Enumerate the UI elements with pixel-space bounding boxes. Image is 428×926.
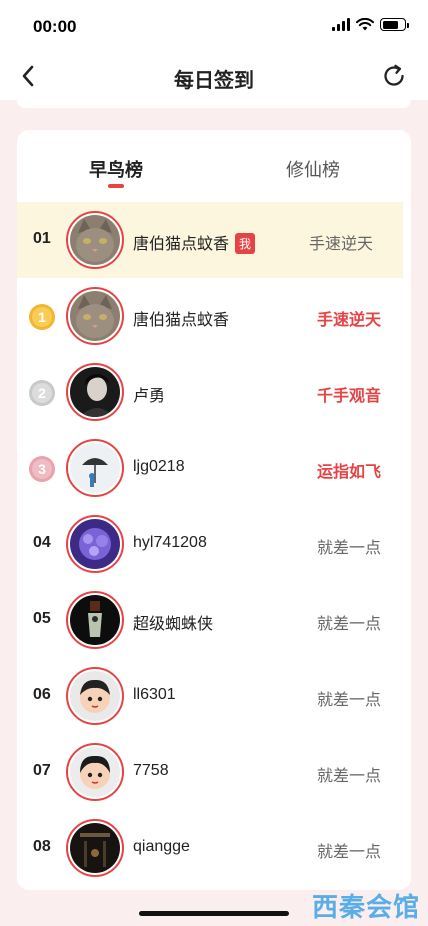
wifi-icon xyxy=(356,18,374,31)
page-title: 每日签到 xyxy=(174,70,254,92)
umbrella-avatar-icon xyxy=(70,443,120,493)
avatar xyxy=(66,667,124,725)
leaderboard-card: 早鸟榜 修仙榜 01 唐伯猫点蚊香我 手速逆天 1 唐伯猫点蚊香 手速逆天 2 … xyxy=(17,130,411,890)
avatar xyxy=(66,287,124,345)
speed-title: 千手观音 xyxy=(316,388,381,405)
list-item[interactable]: 1 唐伯猫点蚊香 手速逆天 xyxy=(17,278,411,354)
speed-title: 运指如飞 xyxy=(316,464,381,481)
user-name: hyl741208 xyxy=(133,534,207,551)
nav-bar: 每日签到 xyxy=(0,52,428,100)
user-name: 唐伯猫点蚊香我 xyxy=(133,230,256,254)
system-icons xyxy=(332,18,409,31)
avatar xyxy=(66,439,124,497)
rank-number: 04 xyxy=(33,534,51,551)
me-badge: 我 xyxy=(235,233,256,254)
user-name: 卢勇 xyxy=(133,388,166,405)
speed-title: 手速逆天 xyxy=(316,312,381,329)
portrait-avatar-icon xyxy=(70,367,120,417)
gold-medal-icon: 1 xyxy=(29,304,55,330)
rank-number: 07 xyxy=(33,762,51,779)
status-bar: 00:00 xyxy=(0,0,428,52)
check-in-card-edge xyxy=(17,100,411,108)
list-item[interactable]: 2 卢勇 千手观音 xyxy=(17,354,411,430)
svg-text:1: 1 xyxy=(38,309,46,325)
cartoon-boy-avatar-icon xyxy=(70,671,120,721)
refresh-icon xyxy=(384,64,404,86)
speed-title: 就差一点 xyxy=(316,692,381,709)
tab-cultivation[interactable]: 修仙榜 xyxy=(253,156,373,182)
home-indicator xyxy=(139,911,289,916)
svg-text:2: 2 xyxy=(38,385,46,401)
speed-title: 就差一点 xyxy=(316,844,381,861)
user-name: 超级蜘蛛侠 xyxy=(133,616,214,633)
speed-title: 就差一点 xyxy=(316,768,381,785)
speed-title: 就差一点 xyxy=(316,616,381,633)
cartoon-girl-avatar-icon xyxy=(70,747,120,797)
svg-text:3: 3 xyxy=(38,461,46,477)
my-rank-row[interactable]: 01 唐伯猫点蚊香我 手速逆天 xyxy=(17,202,403,278)
leaderboard-tabs: 早鸟榜 修仙榜 xyxy=(17,130,411,202)
cellular-signal-icon xyxy=(332,18,350,31)
avatar xyxy=(66,211,124,269)
list-item[interactable]: 06 ll6301 就差一点 xyxy=(17,658,411,734)
dark-figure-avatar-icon xyxy=(70,595,120,645)
night-street-avatar-icon xyxy=(70,823,120,873)
list-item[interactable]: 04 hyl741208 就差一点 xyxy=(17,506,411,582)
rank-number: 06 xyxy=(33,686,51,703)
avatar xyxy=(66,819,124,877)
avatar xyxy=(66,591,124,649)
flower-avatar-icon xyxy=(70,519,120,569)
rank-number: 08 xyxy=(33,838,51,855)
rank-number: 01 xyxy=(33,230,51,247)
rank-number: 05 xyxy=(33,610,51,627)
cat-avatar-icon xyxy=(70,291,120,341)
user-name: qiangge xyxy=(133,838,190,855)
battery-icon xyxy=(380,18,409,31)
tab-early-bird[interactable]: 早鸟榜 xyxy=(56,156,176,182)
avatar xyxy=(66,743,124,801)
user-name: ljg0218 xyxy=(133,458,185,475)
user-name: ll6301 xyxy=(133,686,176,703)
list-item[interactable]: 08 qiangge 就差一点 xyxy=(17,810,411,886)
avatar xyxy=(66,515,124,573)
avatar xyxy=(66,363,124,421)
speed-title: 手速逆天 xyxy=(308,236,373,253)
cat-avatar-icon xyxy=(70,215,120,265)
active-tab-indicator xyxy=(108,184,124,188)
list-item[interactable]: 07 7758 就差一点 xyxy=(17,734,411,810)
list-item[interactable]: 05 超级蜘蛛侠 就差一点 xyxy=(17,582,411,658)
refresh-button[interactable] xyxy=(380,62,408,90)
silver-medal-icon: 2 xyxy=(29,380,55,406)
status-time: 00:00 xyxy=(33,17,77,36)
speed-title: 就差一点 xyxy=(316,540,381,557)
user-name: 唐伯猫点蚊香 xyxy=(133,312,230,329)
watermark-logo: 西秦会馆 xyxy=(311,893,420,923)
list-item[interactable]: 3 ljg0218 运指如飞 xyxy=(17,430,411,506)
bronze-medal-icon: 3 xyxy=(29,456,55,482)
user-name: 7758 xyxy=(133,762,169,779)
